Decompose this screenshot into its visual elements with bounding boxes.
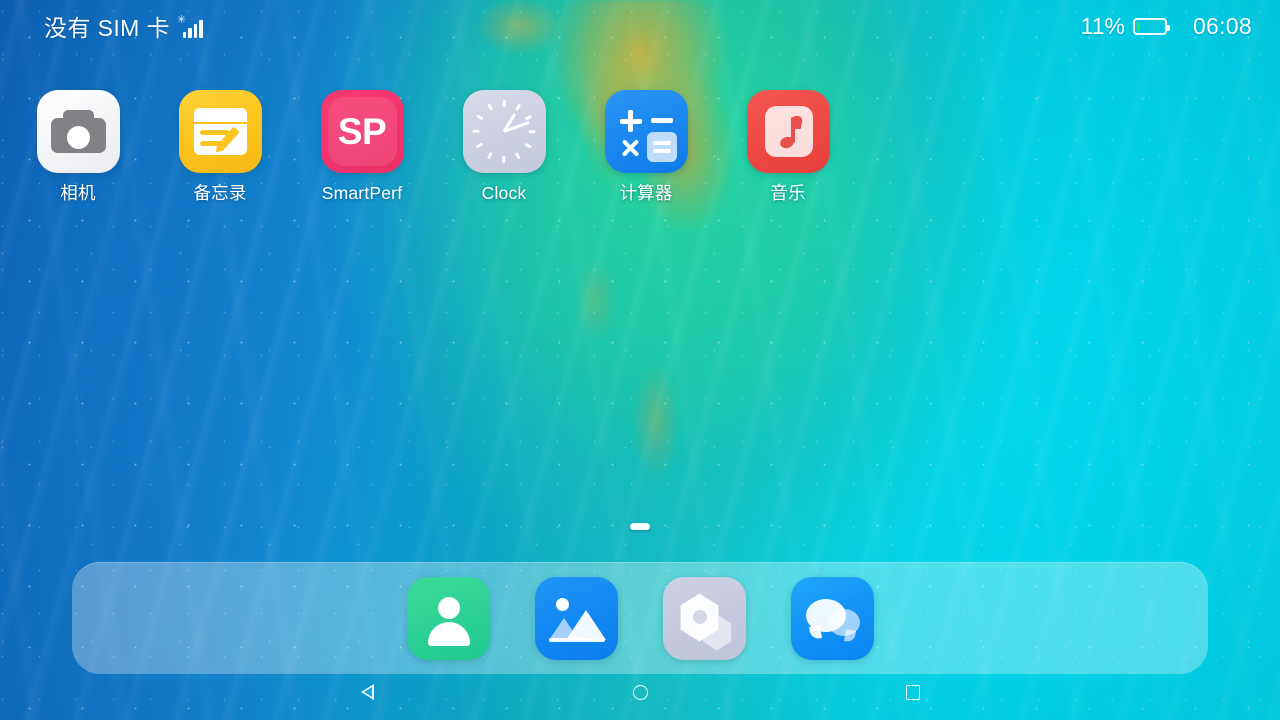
clock-tick-7 xyxy=(502,156,506,163)
clock-icon[interactable] xyxy=(462,90,546,173)
status-bar-right: 11% 06:08 xyxy=(1081,13,1252,40)
app-grid: 相机 备忘录 SP SmartPerf Clock 计算器 音乐 xyxy=(36,90,830,203)
smartperf-icon[interactable]: SP xyxy=(320,90,404,173)
contacts-body-shape xyxy=(427,621,470,646)
music-card-shape xyxy=(764,106,813,157)
app-label: Clock xyxy=(481,183,527,203)
app-label: 备忘录 xyxy=(193,183,247,203)
clock-tick-1 xyxy=(502,100,506,107)
app-label: SmartPerf xyxy=(321,183,403,203)
notes-icon[interactable] xyxy=(178,90,262,173)
contacts-icon[interactable] xyxy=(406,576,490,660)
page-dot-active[interactable] xyxy=(630,523,650,530)
page-indicator xyxy=(0,523,1280,530)
app-item-clock[interactable]: Clock xyxy=(462,90,546,203)
app-label: 相机 xyxy=(60,183,96,203)
calculator-equals-glyph xyxy=(646,132,677,162)
notes-header-shape xyxy=(193,108,247,122)
battery-fill xyxy=(1136,21,1140,31)
battery-icon xyxy=(1132,17,1170,35)
contacts-head-shape xyxy=(437,596,460,619)
home-circle-shape xyxy=(632,684,648,700)
signal-bar-1 xyxy=(182,32,187,38)
app-item-calculator[interactable]: 计算器 xyxy=(604,90,688,203)
settings-icon[interactable] xyxy=(662,576,746,660)
clock-tick-11 xyxy=(476,114,484,121)
app-label: 计算器 xyxy=(619,183,673,203)
clock-tick-12 xyxy=(487,103,493,111)
app-item-smartperf[interactable]: SP SmartPerf xyxy=(320,90,404,203)
signal-star-glyph: ✳ xyxy=(176,14,187,26)
calculator-plus-glyph xyxy=(619,110,642,132)
home-circle-icon[interactable] xyxy=(618,670,662,714)
navigation-bar xyxy=(0,664,1280,720)
status-bar: 没有 SIM 卡 ✳ 11% 06:08 xyxy=(0,0,1280,52)
clock-tick-2 xyxy=(515,103,521,111)
signal-bar-2 xyxy=(188,28,192,38)
clock-tick-3 xyxy=(524,114,532,121)
signal-bars-icon: ✳ xyxy=(177,14,209,38)
back-triangle-icon[interactable] xyxy=(345,670,389,714)
signal-bar-3 xyxy=(193,24,198,38)
music-icon[interactable] xyxy=(746,90,830,173)
battery-percent-label: 11% xyxy=(1080,12,1125,39)
status-bar-left: 没有 SIM 卡 ✳ xyxy=(44,9,209,43)
camera-lens-shape xyxy=(66,126,90,149)
clock-tick-5 xyxy=(524,142,532,149)
dock-bar xyxy=(72,562,1208,674)
app-label: 音乐 xyxy=(770,183,806,203)
gallery-mountain-front xyxy=(548,617,579,640)
smartperf-glyph: SP xyxy=(337,110,387,152)
back-triangle-shape xyxy=(360,684,374,700)
calculator-minus-glyph xyxy=(650,118,673,123)
signal-bar-4 xyxy=(199,20,203,38)
camera-icon[interactable] xyxy=(36,90,120,173)
messages-bubble-front xyxy=(805,598,846,632)
clock-tick-8 xyxy=(487,152,493,160)
app-item-music[interactable]: 音乐 xyxy=(746,90,830,203)
clock-tick-9 xyxy=(476,142,484,149)
carrier-label: 没有 SIM 卡 xyxy=(44,15,170,41)
clock-tick-10 xyxy=(472,130,480,133)
clock-tick-4 xyxy=(528,130,536,133)
calculator-icon[interactable] xyxy=(604,90,688,173)
home-screen: 没有 SIM 卡 ✳ 11% 06:08 相机 备忘录 SP SmartPerf… xyxy=(0,0,1280,720)
recents-square-shape xyxy=(906,684,920,700)
recents-square-icon[interactable] xyxy=(891,670,935,714)
settings-bolt-center xyxy=(692,609,707,624)
status-bar-clock: 06:08 xyxy=(1192,12,1252,39)
messages-icon[interactable] xyxy=(790,576,874,660)
calculator-times-glyph xyxy=(620,138,641,159)
gallery-ground-shape xyxy=(548,637,605,642)
app-item-camera[interactable]: 相机 xyxy=(36,90,120,203)
app-item-notes[interactable]: 备忘录 xyxy=(178,90,262,203)
clock-tick-6 xyxy=(515,152,521,160)
gallery-icon[interactable] xyxy=(534,576,618,660)
